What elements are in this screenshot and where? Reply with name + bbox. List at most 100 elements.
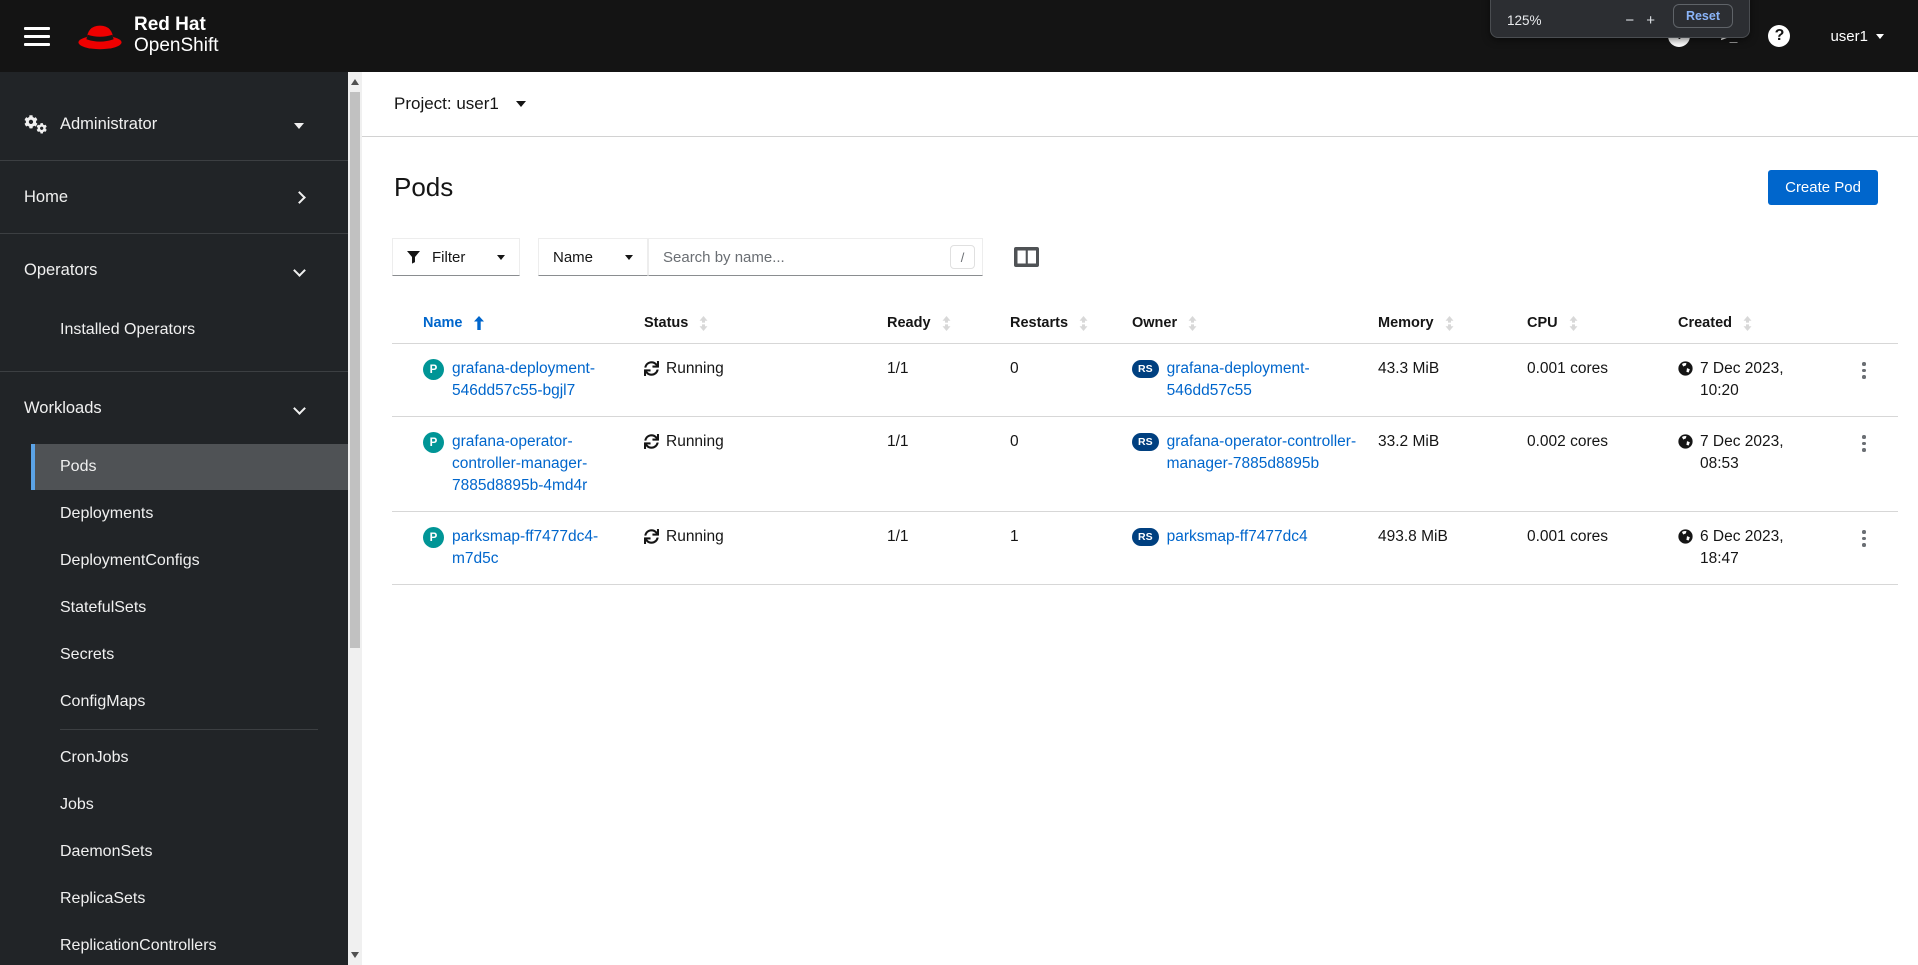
chevron-right-icon — [293, 190, 306, 204]
status-text: Running — [666, 433, 724, 450]
columns-icon — [1014, 247, 1039, 267]
caret-down-icon — [294, 122, 304, 129]
perspective-switcher[interactable]: Administrator — [0, 88, 348, 160]
running-sync-icon — [644, 434, 659, 449]
browser-zoom-popup: 125% − + Reset — [1490, 0, 1750, 38]
sort-icon — [1445, 315, 1454, 331]
zoom-level: 125% — [1507, 13, 1542, 28]
column-header-owner[interactable]: Owner — [1132, 303, 1378, 344]
cpu-value: 0.002 cores — [1527, 416, 1678, 512]
nav-section-home[interactable]: Home — [0, 161, 348, 233]
caret-down-icon — [515, 101, 526, 107]
owner-link[interactable]: grafana-deployment-546dd57c55 — [1167, 358, 1370, 402]
sort-icon — [699, 315, 708, 331]
sidebar-item-deployments[interactable]: Deployments — [0, 490, 348, 537]
table-row: P parksmap-ff7477dc4-m7d5c Running 1/1 1… — [392, 511, 1898, 585]
sort-asc-icon — [473, 316, 484, 330]
masthead: Red Hat OpenShift + >_ ? user1 125% − + … — [0, 0, 1918, 72]
sidebar-item-configmaps[interactable]: ConfigMaps — [0, 678, 348, 725]
sidebar-nav: Administrator Home Operators Installed O… — [0, 72, 348, 965]
search-input[interactable] — [648, 238, 983, 276]
filter-funnel-icon — [407, 250, 420, 264]
zoom-in-button[interactable]: + — [1640, 13, 1661, 28]
kebab-menu-button[interactable] — [1854, 358, 1874, 383]
column-header-restarts[interactable]: Restarts — [1010, 303, 1132, 344]
nav-section-workloads[interactable]: Workloads — [0, 372, 348, 444]
search-attribute-dropdown[interactable]: Name — [538, 238, 648, 276]
kebab-menu-button[interactable] — [1854, 431, 1874, 456]
question-circle-icon: ? — [1768, 25, 1791, 47]
scrollbar-thumb[interactable] — [350, 92, 360, 648]
help-button[interactable]: ? — [1766, 23, 1792, 49]
scroll-down-arrow-icon[interactable] — [351, 952, 359, 958]
restarts-value: 1 — [1010, 511, 1132, 585]
page-header: Pods Create Pod — [362, 137, 1918, 205]
pod-badge: P — [423, 527, 444, 548]
create-pod-button[interactable]: Create Pod — [1768, 170, 1878, 205]
zoom-out-button[interactable]: − — [1619, 13, 1640, 28]
replicaset-badge: RS — [1132, 360, 1159, 378]
scroll-up-arrow-icon[interactable] — [351, 79, 359, 85]
table-header-row: Name Status Ready Restarts Owner Memory … — [392, 303, 1898, 344]
owner-link[interactable]: grafana-operator-controller-manager-7885… — [1167, 431, 1370, 475]
project-selector[interactable]: Project: user1 — [394, 94, 526, 114]
sidebar-item-jobs[interactable]: Jobs — [0, 781, 348, 828]
restarts-value: 0 — [1010, 416, 1132, 512]
nav-toggle-button[interactable] — [14, 13, 60, 59]
table-row: P grafana-operator-controller-manager-78… — [392, 416, 1898, 512]
sidebar-item-pods[interactable]: Pods — [31, 444, 348, 490]
cpu-value: 0.001 cores — [1527, 511, 1678, 585]
sidebar-item-replicationcontrollers[interactable]: ReplicationControllers — [0, 922, 348, 965]
sidebar-item-statefulsets[interactable]: StatefulSets — [0, 584, 348, 631]
pod-badge: P — [423, 359, 444, 380]
sidebar-item-installed-operators[interactable]: Installed Operators — [0, 306, 348, 353]
chevron-down-icon — [293, 401, 306, 415]
owner-link[interactable]: parksmap-ff7477dc4 — [1167, 526, 1308, 548]
ready-value: 1/1 — [887, 416, 1010, 512]
replicaset-badge: RS — [1132, 528, 1159, 546]
column-header-status[interactable]: Status — [644, 303, 887, 344]
column-header-name[interactable]: Name — [392, 303, 644, 344]
memory-value: 33.2 MiB — [1378, 416, 1527, 512]
chevron-down-icon — [293, 263, 306, 277]
manage-columns-button[interactable] — [1013, 245, 1040, 272]
column-header-memory[interactable]: Memory — [1378, 303, 1527, 344]
filter-dropdown[interactable]: Filter — [392, 238, 520, 276]
search-box: / — [648, 238, 983, 276]
sidebar-item-secrets[interactable]: Secrets — [0, 631, 348, 678]
zoom-reset-button[interactable]: Reset — [1672, 4, 1733, 28]
running-sync-icon — [644, 361, 659, 376]
brand-logo[interactable]: Red Hat OpenShift — [76, 15, 219, 56]
column-header-ready[interactable]: Ready — [887, 303, 1010, 344]
sidebar-item-cronjobs[interactable]: CronJobs — [0, 734, 348, 781]
sidebar-item-deploymentconfigs[interactable]: DeploymentConfigs — [0, 537, 348, 584]
memory-value: 43.3 MiB — [1378, 343, 1527, 417]
kebab-menu-button[interactable] — [1854, 526, 1874, 551]
sort-icon — [1188, 315, 1197, 331]
restarts-value: 0 — [1010, 343, 1132, 417]
status-text: Running — [666, 360, 724, 377]
pod-badge: P — [423, 432, 444, 453]
workloads-subnav: Pods Deployments DeploymentConfigs State… — [0, 444, 348, 965]
perspective-label: Administrator — [60, 114, 158, 133]
pod-link[interactable]: grafana-operator-controller-manager-7885… — [452, 431, 636, 497]
table-row: P grafana-deployment-546dd57c55-bgjl7 Ru… — [392, 343, 1898, 417]
nav-section-operators[interactable]: Operators — [0, 234, 348, 306]
project-bar: Project: user1 — [362, 72, 1918, 137]
pod-link[interactable]: grafana-deployment-546dd57c55-bgjl7 — [452, 358, 636, 402]
operators-subnav: Installed Operators — [0, 306, 348, 371]
column-header-created[interactable]: Created — [1678, 303, 1838, 344]
status-text: Running — [666, 528, 724, 545]
caret-down-icon — [625, 254, 633, 260]
created-timestamp: 7 Dec 2023, 08:53 — [1700, 433, 1784, 472]
sidebar-item-daemonsets[interactable]: DaemonSets — [0, 828, 348, 875]
sidebar-item-replicasets[interactable]: ReplicaSets — [0, 875, 348, 922]
user-menu[interactable]: user1 — [1830, 28, 1884, 45]
username: user1 — [1830, 27, 1868, 45]
column-header-cpu[interactable]: CPU — [1527, 303, 1678, 344]
caret-down-icon — [497, 254, 505, 260]
cogs-icon — [24, 114, 47, 133]
sort-icon — [1569, 315, 1578, 331]
pod-link[interactable]: parksmap-ff7477dc4-m7d5c — [452, 526, 636, 570]
content-scrollbar[interactable] — [348, 72, 362, 965]
